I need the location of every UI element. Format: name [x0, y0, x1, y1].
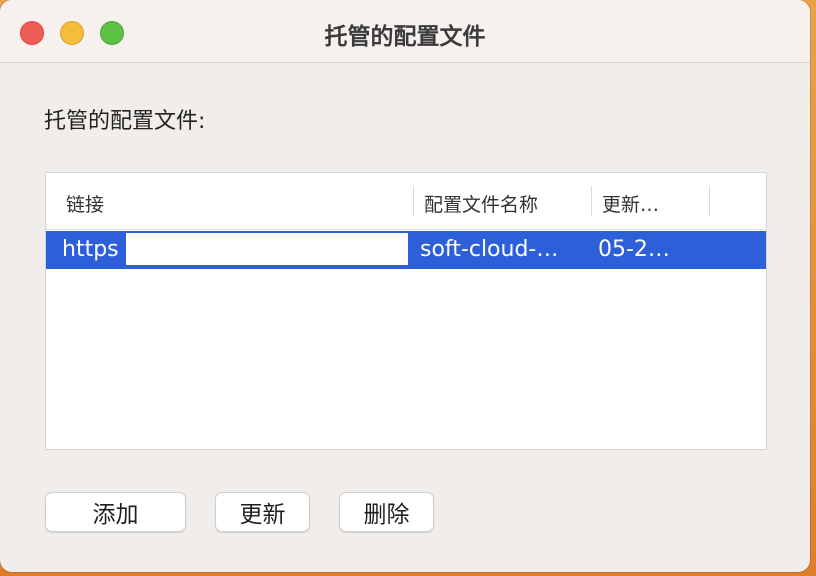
- column-divider[interactable]: [413, 186, 414, 216]
- column-header-link[interactable]: 链接: [66, 190, 104, 217]
- column-divider[interactable]: [709, 186, 710, 216]
- add-button[interactable]: 添加: [45, 492, 186, 532]
- column-header-updated[interactable]: 更新…: [602, 190, 659, 217]
- column-divider[interactable]: [591, 186, 592, 216]
- profiles-window: 托管的配置文件 托管的配置文件: 链接 配置文件名称 更新… https sof…: [0, 0, 810, 572]
- table-header: 链接 配置文件名称 更新…: [46, 173, 766, 230]
- window-title: 托管的配置文件: [324, 24, 486, 50]
- delete-button[interactable]: 删除: [339, 492, 434, 532]
- profiles-table: 链接 配置文件名称 更新… https soft-cloud-… 05-2…: [45, 172, 767, 450]
- cell-link: https: [62, 237, 119, 262]
- table-row[interactable]: https soft-cloud-… 05-2…: [46, 231, 766, 269]
- title-bar: 托管的配置文件: [0, 0, 810, 63]
- cell-updated: 05-2…: [598, 237, 670, 262]
- column-header-profile-name[interactable]: 配置文件名称: [424, 190, 538, 217]
- cell-profile-name: soft-cloud-…: [420, 237, 559, 262]
- section-label: 托管的配置文件:: [44, 109, 206, 134]
- redacted-link-area: [126, 233, 408, 265]
- update-button[interactable]: 更新: [215, 492, 310, 532]
